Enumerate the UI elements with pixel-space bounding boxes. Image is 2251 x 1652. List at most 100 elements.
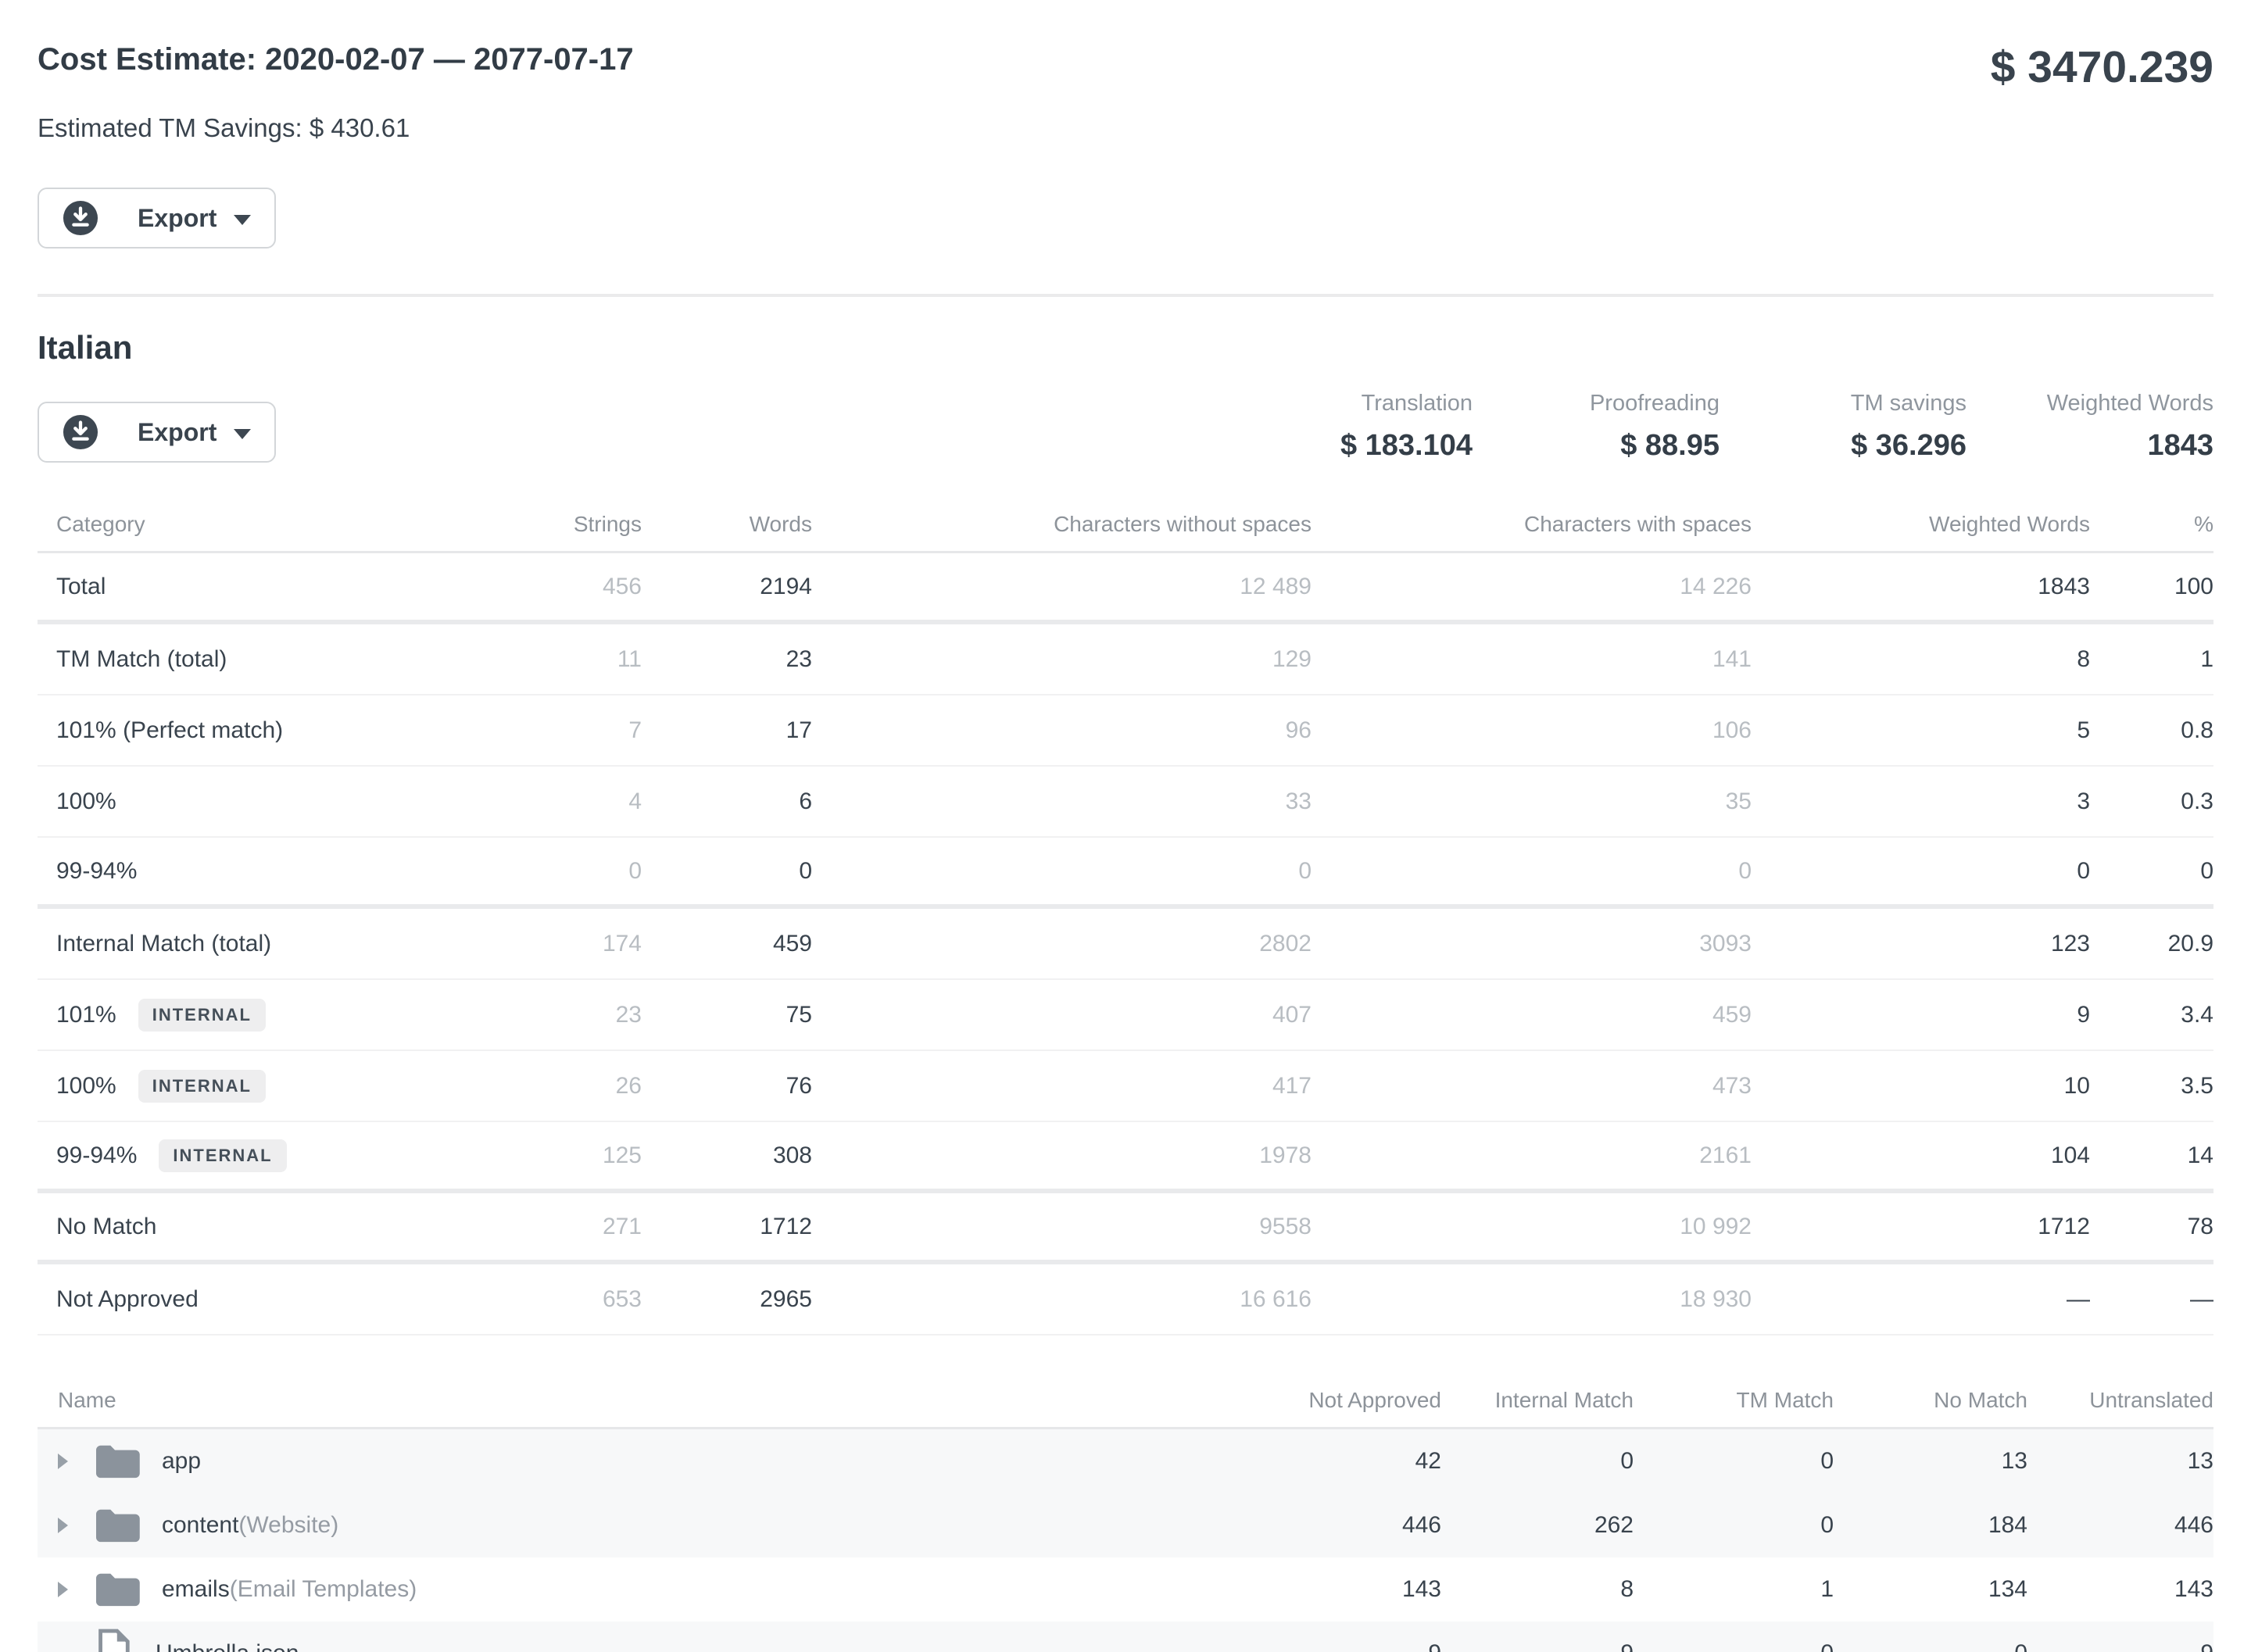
category-label: 101% (Perfect match) [56, 717, 283, 744]
table-row: No Match2711712955810 992171278 [38, 1193, 2213, 1264]
total-cost: $ 3470.239 [1991, 45, 2213, 89]
export-button-label: Export [138, 418, 217, 447]
file-name-cell: app [38, 1442, 1246, 1481]
cell-strings: 7 [397, 717, 642, 744]
cost-estimate-page: Cost Estimate: 2020-02-07 — 2077-07-17 E… [0, 0, 2251, 1652]
cell-percent: — [2090, 1286, 2213, 1313]
cell-weighted: 10 [1752, 1073, 2090, 1100]
cell-chars-with: 2161 [1312, 1142, 1752, 1169]
cell-percent: 20.9 [2090, 931, 2213, 957]
category-label: 100% [56, 1073, 116, 1100]
cell-percent: 3.4 [2090, 1002, 2213, 1028]
stat-item: Weighted Words1843 [1966, 391, 2213, 463]
cell-chars-without: 0 [812, 858, 1312, 885]
cell-value: 0 [1634, 1640, 1834, 1652]
cell-strings: 0 [397, 858, 642, 885]
cell-chars-with: 18 930 [1312, 1286, 1752, 1313]
folder-icon [91, 1506, 140, 1545]
cell-percent: 0.3 [2090, 788, 2213, 815]
cell-chars-with: 10 992 [1312, 1214, 1752, 1240]
cell-value: 13 [1834, 1448, 2027, 1475]
stat-value: 1843 [1966, 429, 2213, 463]
cell-chars-without: 407 [812, 1002, 1312, 1028]
cell-chars-with: 106 [1312, 717, 1752, 744]
category-cell: 100% [38, 788, 397, 815]
cell-percent: 0.8 [2090, 717, 2213, 744]
cell-words: 1712 [642, 1214, 812, 1240]
column-header-strings: Strings [397, 512, 642, 537]
cell-chars-without: 16 616 [812, 1286, 1312, 1313]
language-section-left: Italian Export [38, 328, 276, 463]
stat-label: Translation [1226, 391, 1473, 417]
table-row: Internal Match (total)174459280230931232… [38, 909, 2213, 980]
table-row: Total456219412 48914 2261843100 [38, 553, 2213, 624]
cell-chars-without: 2802 [812, 931, 1312, 957]
cell-percent: 14 [2090, 1142, 2213, 1169]
file-row[interactable]: content(Website)4462620184446 [38, 1493, 2213, 1557]
cell-weighted: 104 [1752, 1142, 2090, 1169]
category-label: TM Match (total) [56, 646, 227, 673]
expand-caret-icon[interactable] [58, 1518, 68, 1533]
download-icon [63, 200, 98, 236]
cell-chars-with: 14 226 [1312, 574, 1752, 600]
cell-strings: 23 [397, 1002, 642, 1028]
cell-strings: 174 [397, 931, 642, 957]
cell-words: 308 [642, 1142, 812, 1169]
cell-value: 143 [2027, 1576, 2213, 1603]
export-button[interactable]: Export [38, 188, 276, 249]
category-table-body: Total456219412 48914 2261843100TM Match … [38, 553, 2213, 1336]
folder-icon [91, 1570, 140, 1609]
cell-percent: 0 [2090, 858, 2213, 885]
language-export-button[interactable]: Export [38, 402, 276, 463]
cell-words: 2194 [642, 574, 812, 600]
cell-value: 0 [1634, 1448, 1834, 1475]
cell-chars-with: 459 [1312, 1002, 1752, 1028]
category-cell: Not Approved [38, 1286, 397, 1313]
category-label: 100% [56, 788, 116, 815]
file-name: content [162, 1512, 238, 1539]
cell-words: 76 [642, 1073, 812, 1100]
stat-item: Proofreading$ 88.95 [1473, 391, 1720, 463]
files-table-body: app42001313content(Website)4462620184446… [38, 1429, 2213, 1652]
file-row[interactable]: JSONUmbrella.json99009 [38, 1622, 2213, 1652]
files-table: Name Not Approved Internal Match TM Matc… [38, 1373, 2213, 1652]
cell-value: 9 [1246, 1640, 1441, 1652]
cell-value: 9 [2027, 1640, 2213, 1652]
export-button-label: Export [138, 204, 217, 233]
cost-stats: Translation$ 183.104Proofreading$ 88.95T… [1226, 391, 2213, 463]
column-header-percent: % [2090, 512, 2213, 537]
file-name-cell: emails(Email Templates) [38, 1570, 1246, 1609]
cell-chars-without: 9558 [812, 1214, 1312, 1240]
expand-caret-icon[interactable] [58, 1454, 68, 1469]
column-header-untranslated: Untranslated [2027, 1388, 2213, 1413]
column-header-not-approved: Not Approved [1246, 1388, 1441, 1413]
page-header: Cost Estimate: 2020-02-07 — 2077-07-17 E… [38, 41, 2213, 249]
cell-strings: 4 [397, 788, 642, 815]
chevron-down-icon [234, 429, 251, 439]
cell-weighted: 123 [1752, 931, 2090, 957]
cell-value: 13 [2027, 1448, 2213, 1475]
cell-value: 9 [1441, 1640, 1634, 1652]
table-row: 100%INTERNAL2676417473103.5 [38, 1051, 2213, 1122]
cell-weighted: 9 [1752, 1002, 2090, 1028]
table-row: TM Match (total)112312914181 [38, 624, 2213, 695]
cell-weighted: 8 [1752, 646, 2090, 673]
file-row[interactable]: app42001313 [38, 1429, 2213, 1493]
expand-caret-icon[interactable] [58, 1582, 68, 1597]
category-cell: 101% (Perfect match) [38, 717, 397, 744]
category-cell: Total [38, 574, 397, 600]
download-icon [63, 414, 98, 450]
category-cell: TM Match (total) [38, 646, 397, 673]
category-table-header: Category Strings Words Characters withou… [38, 497, 2213, 553]
category-cell: Internal Match (total) [38, 931, 397, 957]
cell-value: 184 [1834, 1512, 2027, 1539]
cell-chars-with: 3093 [1312, 931, 1752, 957]
column-header-words: Words [642, 512, 812, 537]
file-name-suffix: (Email Templates) [230, 1576, 417, 1603]
category-label: Total [56, 574, 106, 600]
cell-weighted: 3 [1752, 788, 2090, 815]
file-row[interactable]: emails(Email Templates)14381134143 [38, 1557, 2213, 1622]
table-row: 101%INTERNAL237540745993.4 [38, 980, 2213, 1051]
category-table: Category Strings Words Characters withou… [38, 497, 2213, 1336]
cell-words: 6 [642, 788, 812, 815]
